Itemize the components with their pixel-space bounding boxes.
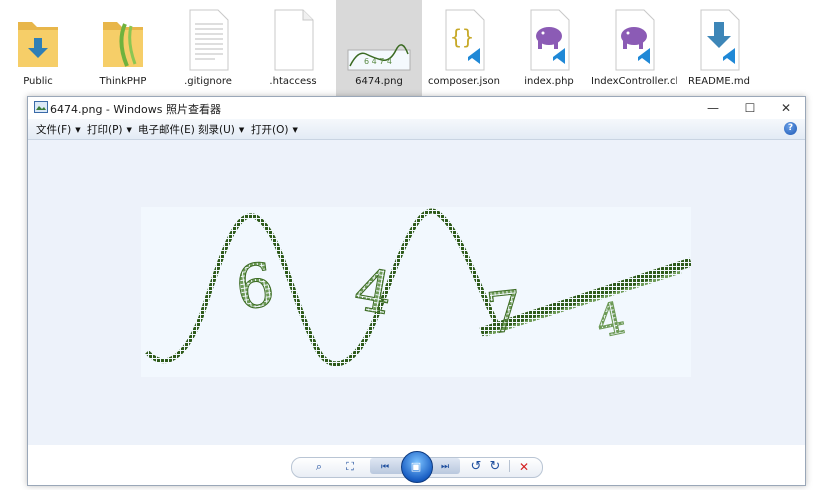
image-viewport: 6 4 7 4 [28, 140, 805, 445]
menu-label: 文件(F) [36, 124, 72, 136]
file-name: composer.json [427, 76, 500, 87]
svg-text:7: 7 [483, 279, 525, 347]
menu-burn[interactable]: 刻录(U) ▼ [198, 122, 244, 137]
menu-label: 刻录(U) [198, 124, 235, 136]
file-item[interactable]: {} composer.json [421, 0, 507, 96]
file-item[interactable]: Public [0, 0, 81, 96]
menu-label: 电子邮件(E) [138, 124, 195, 136]
fit-window-icon[interactable]: ⛶ [341, 458, 359, 475]
file-name: ThinkPHP [99, 76, 147, 87]
menu-email[interactable]: 电子邮件(E) [138, 122, 195, 137]
rotate-clockwise-icon[interactable]: ↻ [487, 458, 503, 475]
svg-text:4: 4 [592, 293, 630, 349]
slideshow-icon: ▣ [410, 460, 422, 473]
chevron-down-icon: ▼ [292, 126, 298, 134]
minimize-button[interactable]: — [695, 97, 731, 119]
svg-text:6 4 7 4: 6 4 7 4 [364, 57, 392, 66]
captcha-digit: 6 [231, 249, 280, 325]
folder-thinkphp-icon [95, 4, 151, 76]
file-item[interactable]: ThinkPHP [80, 0, 166, 96]
markdown-file-icon [691, 4, 747, 76]
captcha-digit: 4 [591, 292, 630, 349]
rotate-counterclockwise-icon[interactable]: ↺ [468, 458, 484, 475]
file-name: Public [23, 76, 53, 87]
file-item-selected[interactable]: 6 4 7 4 6474.png [336, 0, 422, 96]
previous-button[interactable]: ⏮ [374, 458, 396, 475]
chevron-down-icon: ▼ [126, 126, 132, 134]
delete-icon[interactable]: ✕ [516, 458, 532, 475]
file-name: 6474.png [355, 76, 403, 87]
file-name: README.md [687, 76, 751, 87]
captcha-digit: 4 [349, 254, 398, 328]
captcha-image: 6 4 7 4 [141, 207, 693, 377]
toolbar-separator [509, 460, 510, 472]
menu-file[interactable]: 文件(F) ▼ [36, 122, 81, 137]
file-item[interactable]: README.md [676, 0, 762, 96]
svg-text:{}: {} [450, 25, 474, 49]
viewer-toolbar: ⌕ ⛶ ⏮ ▣ ⏭ ↺ ↻ ✕ [28, 445, 805, 485]
menu-bar: 文件(F) ▼ 打印(P) ▼ 电子邮件(E) 刻录(U) ▼ 打开(O) ▼ ? [28, 119, 805, 140]
file-list: Public ThinkPHP .gitignore .htaccess 6 4… [0, 0, 831, 96]
file-item[interactable]: .htaccess [250, 0, 336, 96]
menu-label: 打开(O) [251, 124, 289, 136]
title-bar[interactable]: 6474.png - Windows 照片查看器 — ☐ ✕ [28, 97, 805, 119]
next-button[interactable]: ⏭ [434, 458, 456, 475]
blank-file-icon [265, 4, 321, 76]
php-file-icon [521, 4, 577, 76]
php-file-icon [606, 4, 662, 76]
file-name: .htaccess [269, 76, 317, 87]
photo-viewer-icon [34, 101, 48, 113]
close-button[interactable]: ✕ [768, 97, 804, 119]
chevron-down-icon: ▼ [238, 126, 245, 134]
zoom-icon[interactable]: ⌕ [308, 458, 330, 475]
menu-print[interactable]: 打印(P) ▼ [87, 122, 132, 137]
file-item[interactable]: .gitignore [165, 0, 251, 96]
file-item[interactable]: index.php [506, 0, 592, 96]
menu-label: 打印(P) [87, 124, 123, 136]
menu-open[interactable]: 打开(O) ▼ [251, 122, 298, 137]
image-file-icon: 6 4 7 4 [347, 4, 411, 76]
window-title: 6474.png - Windows 照片查看器 [50, 103, 221, 116]
file-item[interactable]: IndexController.class.php [591, 0, 677, 96]
svg-text:6: 6 [231, 250, 279, 325]
maximize-button[interactable]: ☐ [732, 97, 768, 119]
text-file-icon [180, 4, 236, 76]
svg-text:4: 4 [350, 255, 398, 328]
file-name: index.php [524, 76, 574, 87]
file-name: .gitignore [184, 76, 232, 87]
help-icon[interactable]: ? [784, 122, 797, 135]
photo-viewer-window: 6474.png - Windows 照片查看器 — ☐ ✕ 文件(F) ▼ 打印… [27, 96, 806, 486]
json-file-icon: {} [436, 4, 492, 76]
file-name: IndexController.class.php [591, 76, 677, 87]
folder-download-icon [10, 4, 66, 76]
chevron-down-icon: ▼ [75, 126, 81, 134]
captcha-digit: 7 [483, 278, 526, 347]
